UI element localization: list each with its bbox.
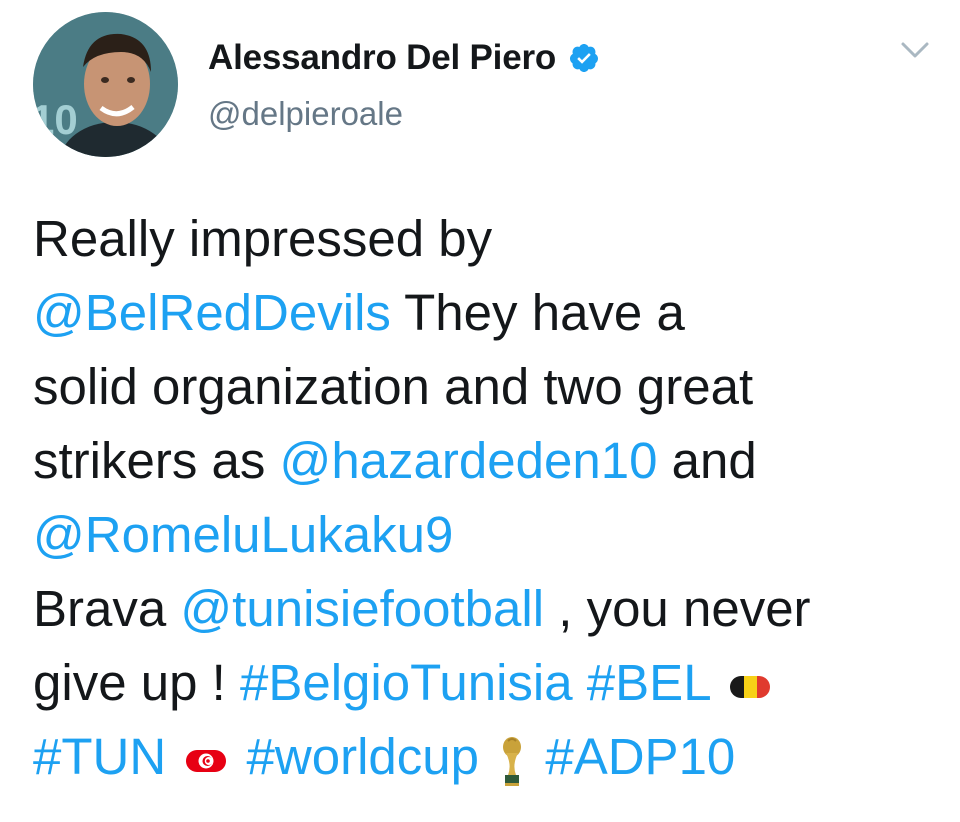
mention-tunisiefootball[interactable]: @tunisiefootball <box>180 580 544 637</box>
tweet-text-segment: and <box>657 432 757 489</box>
hashtag-belgiotunisia[interactable]: #BelgioTunisia <box>240 654 573 711</box>
tweet-text-segment: Really impressed by <box>33 210 493 267</box>
hashtag-tun[interactable]: #TUN <box>33 728 166 785</box>
tweet-line: @BelRedDevils They have a <box>33 276 933 350</box>
tweet-text-segment: solid organization and two great <box>33 358 754 415</box>
tweet-card: 10 Alessandro Del Piero @delpieroale Rea… <box>0 0 960 822</box>
svg-text:10: 10 <box>33 96 78 143</box>
tweet-line: #TUN #worldcup #ADP10 <box>33 720 933 794</box>
mention-hazardeden10[interactable]: @hazardeden10 <box>280 432 658 489</box>
author-name-row[interactable]: Alessandro Del Piero <box>208 38 600 78</box>
world-cup-trophy-icon <box>503 736 522 786</box>
chevron-down-icon[interactable] <box>900 40 930 60</box>
belgium-flag-icon <box>729 675 770 698</box>
tweet-text-segment: , you never <box>544 580 811 637</box>
tweet-text-segment: Brava <box>33 580 181 637</box>
hashtag-bel[interactable]: #BEL <box>587 654 710 711</box>
tweet-line: Really impressed by <box>33 202 933 276</box>
hashtag-adp10[interactable]: #ADP10 <box>545 728 735 785</box>
author-avatar[interactable]: 10 <box>33 12 178 157</box>
mention-romelulukaku9[interactable]: @RomeluLukaku9 <box>33 506 453 563</box>
tweet-text-segment: strikers as <box>33 432 280 489</box>
author-display-name[interactable]: Alessandro Del Piero <box>208 38 556 78</box>
tweet-text: Really impressed by @BelRedDevils They h… <box>33 202 933 794</box>
tweet-line: solid organization and two great <box>33 350 933 424</box>
tweet-text-segment: They have a <box>390 284 685 341</box>
mention-belreddevils[interactable]: @BelRedDevils <box>33 284 391 341</box>
hashtag-worldcup[interactable]: #worldcup <box>247 728 479 785</box>
tweet-line: give up ! #BelgioTunisia #BEL <box>33 646 933 720</box>
tweet-line: strikers as @hazardeden10 and <box>33 424 933 498</box>
verified-badge-icon <box>570 44 599 72</box>
profile-photo: 10 <box>33 12 178 157</box>
tweet-text-segment: give up ! <box>33 654 240 711</box>
tunisia-flag-icon <box>186 749 227 772</box>
tweet-line: Brava @tunisiefootball , you never <box>33 572 933 646</box>
author-handle[interactable]: @delpieroale <box>208 95 403 133</box>
tweet-line: @RomeluLukaku9 <box>33 498 933 572</box>
